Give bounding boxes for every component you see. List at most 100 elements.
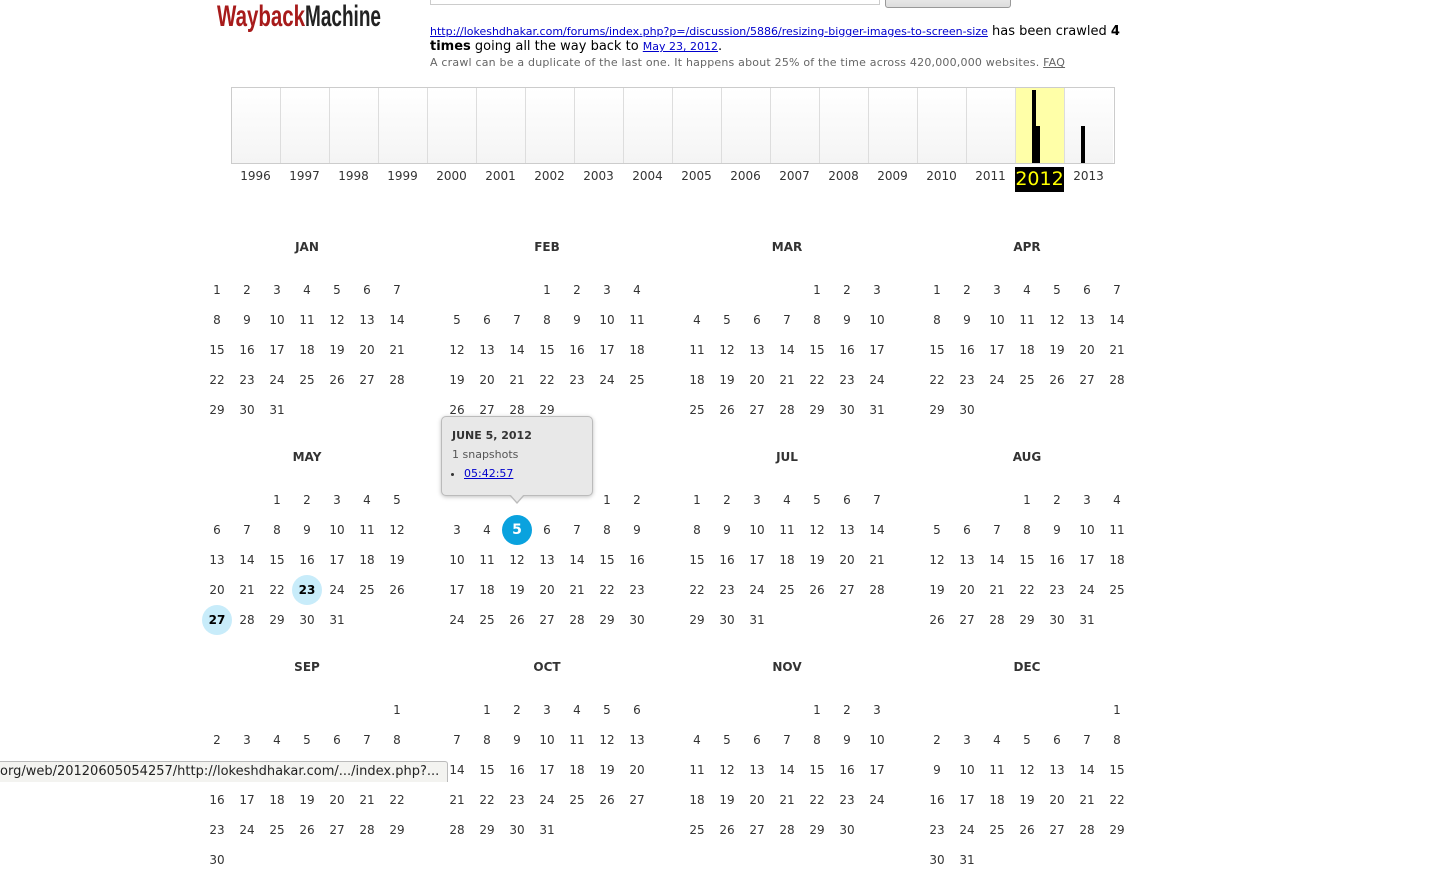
year-column-2008[interactable] (820, 88, 869, 163)
calendar-day: 23 (839, 793, 855, 807)
calendar-day: 26 (599, 793, 615, 807)
calendar-day: 2 (303, 493, 311, 507)
calendar-day: 22 (809, 373, 825, 387)
year-label-1996[interactable]: 1996 (231, 167, 280, 192)
year-column-1998[interactable] (330, 88, 379, 163)
year-label-2005[interactable]: 2005 (672, 167, 721, 192)
calendar-day: 10 (599, 313, 615, 327)
year-column-2002[interactable] (526, 88, 575, 163)
year-label-2007[interactable]: 2007 (770, 167, 819, 192)
first-capture-link[interactable]: May 23, 2012 (643, 40, 718, 53)
calendar-day: 4 (303, 283, 311, 297)
tooltip-count: 1 snapshots (452, 448, 519, 461)
calendar-day: 11 (299, 313, 315, 327)
calendar-day: 28 (779, 403, 795, 417)
browse-history-button[interactable] (885, 0, 1011, 8)
calendar-day: 7 (783, 733, 791, 747)
year-label-2003[interactable]: 2003 (574, 167, 623, 192)
year-column-2010[interactable] (918, 88, 967, 163)
calendar-day: 10 (989, 313, 1005, 327)
year-label-2000[interactable]: 2000 (427, 167, 476, 192)
year-column-2012[interactable] (1016, 88, 1065, 163)
year-column-1996[interactable] (232, 88, 281, 163)
calendar-day: 8 (1113, 733, 1121, 747)
month-aug: AUG 1 2 3 4 5 6 7 8 9 10 11 12 13 14 15 16 17 18 19 20 21 22 23… (922, 450, 1132, 635)
year-column-2000[interactable] (428, 88, 477, 163)
calendar-day: 13 (959, 553, 975, 567)
year-column-2004[interactable] (624, 88, 673, 163)
year-column-1999[interactable] (379, 88, 428, 163)
tooltip-date: JUNE 5, 2012 (452, 429, 532, 442)
month-may: MAY 1 2 3 4 5 6 7 8 9 10 11 12 13 14 15 16 17 18 19 20 21 22 23… (202, 450, 412, 635)
year-label-2012[interactable]: 2012 (1015, 167, 1064, 192)
year-label-1997[interactable]: 1997 (280, 167, 329, 192)
calendar-day: 22 (269, 583, 285, 597)
calendar-day: 27 (959, 613, 975, 627)
calendar-day: 22 (809, 793, 825, 807)
calendar-day: 24 (269, 373, 285, 387)
calendar-day: 15 (539, 343, 555, 357)
year-label-2006[interactable]: 2006 (721, 167, 770, 192)
calendar-day: 22 (209, 373, 225, 387)
capture-day[interactable]: 23 (292, 575, 322, 605)
calendar-day: 19 (929, 583, 945, 597)
calendar-day: 19 (299, 793, 315, 807)
calendar-day: 26 (389, 583, 405, 597)
year-label-2010[interactable]: 2010 (917, 167, 966, 192)
capture-day[interactable]: 27 (202, 605, 232, 635)
year-column-2013[interactable] (1065, 88, 1113, 163)
calendar-day: 27 (749, 403, 765, 417)
calendar-day: 14 (509, 343, 525, 357)
capture-day[interactable]: 5 (502, 515, 532, 545)
year-column-2001[interactable] (477, 88, 526, 163)
calendar-day: 28 (989, 613, 1005, 627)
year-column-1997[interactable] (281, 88, 330, 163)
calendar-day: 23 (719, 583, 735, 597)
url-input[interactable] (430, 0, 880, 5)
day-grid: 1234567891011121314151617181920212223242… (202, 695, 412, 875)
calendar-day: 13 (359, 313, 375, 327)
calendar-day: 19 (449, 373, 465, 387)
calendar-day: 8 (483, 733, 491, 747)
year-column-2003[interactable] (575, 88, 624, 163)
year-column-2005[interactable] (673, 88, 722, 163)
calendar-day: 7 (1083, 733, 1091, 747)
year-label-2004[interactable]: 2004 (623, 167, 672, 192)
calendar-day: 4 (693, 313, 701, 327)
calendar-day: 18 (989, 793, 1005, 807)
day-grid: 1234567891011121314151617181920212223242… (202, 275, 412, 425)
year-column-2007[interactable] (771, 88, 820, 163)
year-sparkline[interactable] (231, 87, 1115, 164)
year-label-2009[interactable]: 2009 (868, 167, 917, 192)
calendar-day: 19 (719, 373, 735, 387)
calendar-day: 25 (299, 373, 315, 387)
wayback-logo[interactable]: Wayback Machine (217, 0, 387, 36)
faq-link[interactable]: FAQ (1043, 56, 1065, 69)
calendar-day: 8 (273, 523, 281, 537)
year-label-1998[interactable]: 1998 (329, 167, 378, 192)
year-column-2009[interactable] (869, 88, 918, 163)
year-label-2008[interactable]: 2008 (819, 167, 868, 192)
calendar-day: 6 (633, 703, 641, 717)
year-label-2011[interactable]: 2011 (966, 167, 1015, 192)
calendar-day: 21 (389, 343, 405, 357)
year-label-2002[interactable]: 2002 (525, 167, 574, 192)
year-label-2001[interactable]: 2001 (476, 167, 525, 192)
year-column-2011[interactable] (967, 88, 1016, 163)
year-label-2013[interactable]: 2013 (1064, 167, 1113, 192)
calendar-day: 26 (809, 583, 825, 597)
year-column-2006[interactable] (722, 88, 771, 163)
month-nov: NOV 1 2 3 4 5 6 7 8 9 10 11 12 13 14 15 16 17 18 19 20 21 22 23… (682, 660, 892, 845)
year-label-1999[interactable]: 1999 (378, 167, 427, 192)
calendar-day: 11 (629, 313, 645, 327)
archived-url-link[interactable]: http://lokeshdhakar.com/forums/index.php… (430, 25, 988, 38)
calendar-day: 11 (1109, 523, 1125, 537)
month-name: JUL (776, 450, 798, 464)
calendar-day: 18 (689, 793, 705, 807)
calendar-day: 19 (809, 553, 825, 567)
calendar-day: 3 (873, 703, 881, 717)
snapshot-time-link[interactable]: 05:42:57 (464, 467, 513, 480)
calendar-day: 11 (689, 763, 705, 777)
calendar-day: 15 (809, 343, 825, 357)
calendar-day: 18 (269, 793, 285, 807)
